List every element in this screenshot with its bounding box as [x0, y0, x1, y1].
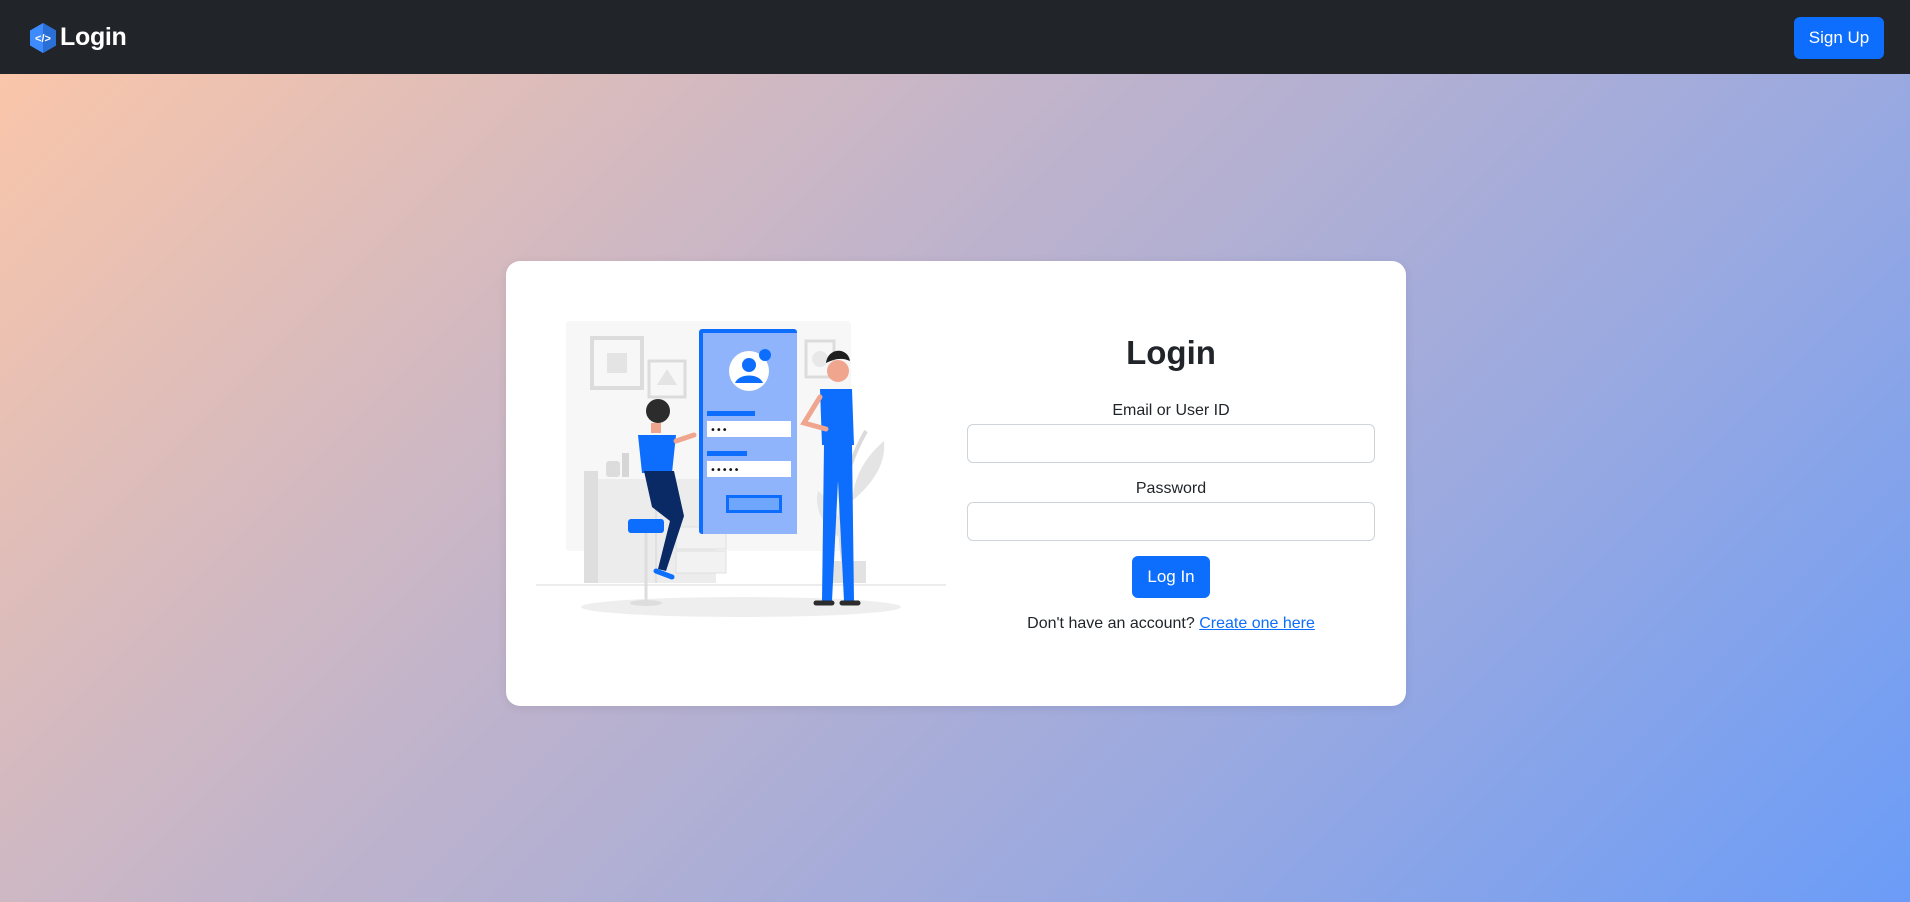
password-label: Password	[1135, 480, 1207, 497]
sign-up-button[interactable]: Sign Up	[1794, 16, 1884, 59]
signup-prompt: Don't have an account? Create one here	[967, 615, 1375, 633]
brand-text: Login	[60, 22, 127, 51]
svg-text:</>: </>	[35, 33, 51, 45]
no-account-text: Don't have an account?	[1027, 615, 1195, 632]
cabinet	[584, 471, 598, 583]
woman-figure	[646, 399, 670, 423]
svg-text:•••: •••	[710, 425, 728, 436]
code-hexagon-icon: </>	[30, 23, 56, 53]
login-card: ••• ••••• Login Email or User ID Passwor…	[506, 261, 1406, 706]
log-in-button[interactable]: Log In	[1132, 556, 1210, 598]
svg-text:•••••: •••••	[710, 465, 740, 476]
stool	[628, 519, 664, 533]
form-title: Login	[1126, 334, 1216, 371]
login-illustration: ••• •••••	[536, 321, 946, 617]
create-account-link[interactable]: Create one here	[1199, 615, 1315, 632]
brand[interactable]: </> Login	[28, 21, 127, 53]
password-field[interactable]	[967, 502, 1375, 541]
man-figure	[827, 360, 849, 382]
email-field[interactable]	[967, 424, 1375, 463]
navbar: </> Login Sign Up	[0, 0, 1910, 74]
email-label: Email or User ID	[1112, 402, 1230, 419]
